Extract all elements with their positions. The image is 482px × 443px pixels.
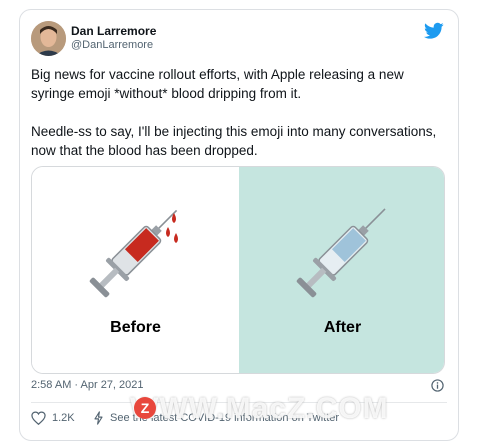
before-panel: Before	[32, 167, 239, 373]
tweet-paragraph: Needle-ss to say, I'll be injecting this…	[31, 124, 437, 158]
bloody-syringe-icon	[89, 209, 178, 298]
tweet-text: Big news for vaccine rollout efforts, wi…	[31, 65, 441, 160]
tweet-media[interactable]: Before After	[31, 166, 445, 374]
after-label: After	[323, 319, 362, 336]
author-handle[interactable]: @DanLarremore	[71, 39, 153, 51]
watermark-badge: Z	[134, 397, 156, 419]
like-button[interactable]: 1.2K	[31, 411, 75, 425]
info-icon[interactable]	[431, 379, 444, 392]
watermark-text: WWW.MacZ.COM	[130, 392, 389, 425]
tweet-paragraph: Big news for vaccine rollout efforts, wi…	[31, 67, 404, 101]
tweet-timestamp[interactable]: 2:58 AM · Apr 27, 2021	[31, 379, 144, 391]
tweet-card[interactable]: Dan Larremore @DanLarremore Big news for…	[19, 9, 459, 441]
twitter-bird-icon[interactable]	[424, 22, 444, 40]
like-count: 1.2K	[52, 412, 75, 424]
after-panel: After	[239, 167, 444, 373]
syringe-icon	[296, 208, 386, 298]
author-name[interactable]: Dan Larremore	[71, 24, 156, 38]
before-label: Before	[110, 319, 161, 336]
lightning-icon	[94, 411, 103, 425]
heart-icon	[31, 411, 46, 425]
avatar[interactable]	[31, 21, 66, 56]
